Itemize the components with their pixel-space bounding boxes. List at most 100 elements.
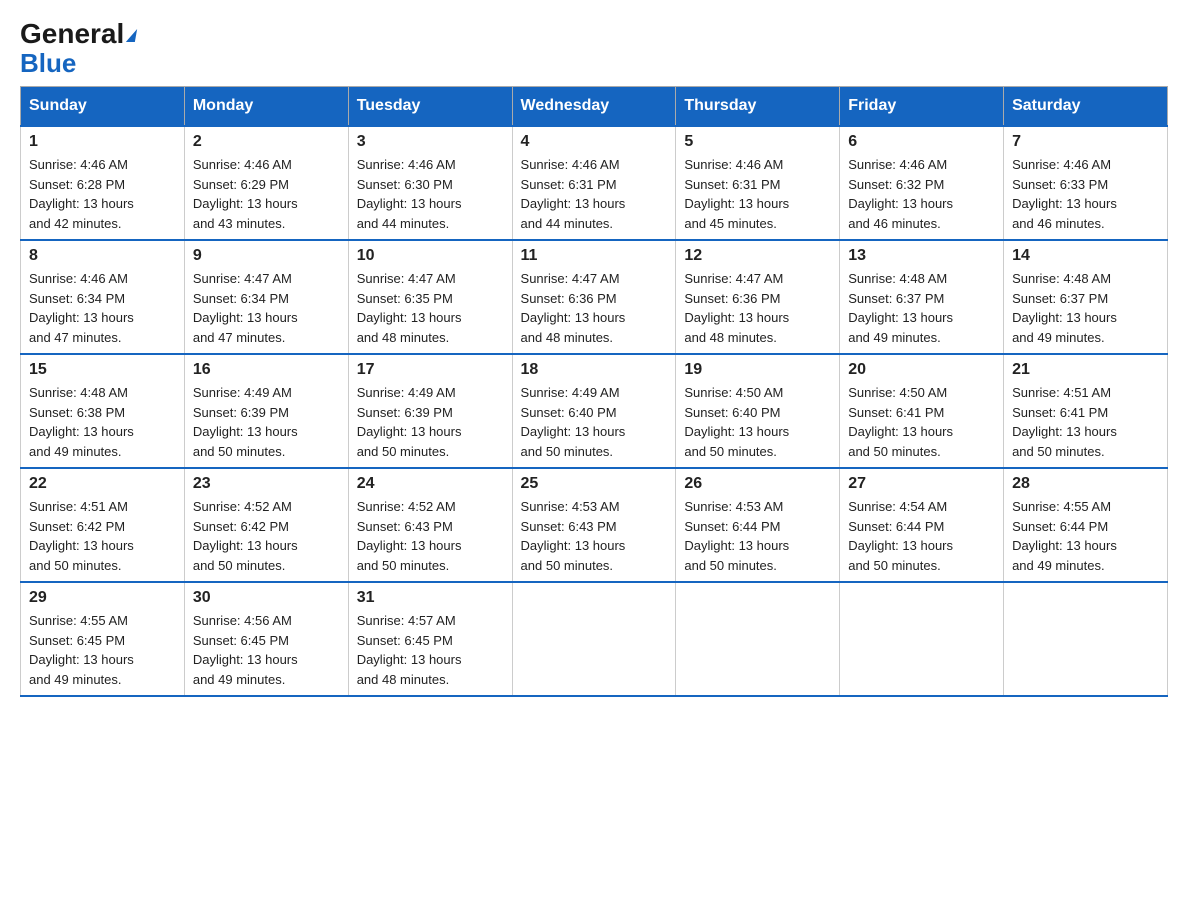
- logo-blue: Blue: [20, 50, 76, 76]
- calendar-cell: 20 Sunrise: 4:50 AM Sunset: 6:41 PM Dayl…: [840, 354, 1004, 468]
- day-number: 12: [684, 247, 831, 265]
- day-info: Sunrise: 4:53 AM Sunset: 6:43 PM Dayligh…: [521, 497, 668, 575]
- day-info: Sunrise: 4:49 AM Sunset: 6:39 PM Dayligh…: [357, 383, 504, 461]
- col-header-tuesday: Tuesday: [348, 87, 512, 127]
- day-info: Sunrise: 4:50 AM Sunset: 6:41 PM Dayligh…: [848, 383, 995, 461]
- col-header-monday: Monday: [184, 87, 348, 127]
- day-number: 15: [29, 361, 176, 379]
- day-number: 28: [1012, 475, 1159, 493]
- calendar-cell: 2 Sunrise: 4:46 AM Sunset: 6:29 PM Dayli…: [184, 126, 348, 240]
- day-info: Sunrise: 4:46 AM Sunset: 6:29 PM Dayligh…: [193, 155, 340, 233]
- day-info: Sunrise: 4:48 AM Sunset: 6:37 PM Dayligh…: [848, 269, 995, 347]
- day-info: Sunrise: 4:46 AM Sunset: 6:31 PM Dayligh…: [521, 155, 668, 233]
- calendar-cell: 10 Sunrise: 4:47 AM Sunset: 6:35 PM Dayl…: [348, 240, 512, 354]
- calendar-cell: 13 Sunrise: 4:48 AM Sunset: 6:37 PM Dayl…: [840, 240, 1004, 354]
- day-info: Sunrise: 4:50 AM Sunset: 6:40 PM Dayligh…: [684, 383, 831, 461]
- calendar-cell: 24 Sunrise: 4:52 AM Sunset: 6:43 PM Dayl…: [348, 468, 512, 582]
- day-info: Sunrise: 4:46 AM Sunset: 6:34 PM Dayligh…: [29, 269, 176, 347]
- day-number: 10: [357, 247, 504, 265]
- calendar-cell: 4 Sunrise: 4:46 AM Sunset: 6:31 PM Dayli…: [512, 126, 676, 240]
- day-number: 18: [521, 361, 668, 379]
- calendar-cell: 14 Sunrise: 4:48 AM Sunset: 6:37 PM Dayl…: [1004, 240, 1168, 354]
- day-number: 21: [1012, 361, 1159, 379]
- calendar-cell: 16 Sunrise: 4:49 AM Sunset: 6:39 PM Dayl…: [184, 354, 348, 468]
- col-header-sunday: Sunday: [21, 87, 185, 127]
- calendar-cell: 30 Sunrise: 4:56 AM Sunset: 6:45 PM Dayl…: [184, 582, 348, 696]
- day-info: Sunrise: 4:48 AM Sunset: 6:37 PM Dayligh…: [1012, 269, 1159, 347]
- calendar-week-1: 1 Sunrise: 4:46 AM Sunset: 6:28 PM Dayli…: [21, 126, 1168, 240]
- day-info: Sunrise: 4:51 AM Sunset: 6:42 PM Dayligh…: [29, 497, 176, 575]
- calendar-week-3: 15 Sunrise: 4:48 AM Sunset: 6:38 PM Dayl…: [21, 354, 1168, 468]
- day-number: 6: [848, 133, 995, 151]
- calendar-cell: 19 Sunrise: 4:50 AM Sunset: 6:40 PM Dayl…: [676, 354, 840, 468]
- day-number: 7: [1012, 133, 1159, 151]
- calendar-cell: 5 Sunrise: 4:46 AM Sunset: 6:31 PM Dayli…: [676, 126, 840, 240]
- day-info: Sunrise: 4:46 AM Sunset: 6:30 PM Dayligh…: [357, 155, 504, 233]
- day-info: Sunrise: 4:47 AM Sunset: 6:35 PM Dayligh…: [357, 269, 504, 347]
- calendar-cell: 26 Sunrise: 4:53 AM Sunset: 6:44 PM Dayl…: [676, 468, 840, 582]
- day-info: Sunrise: 4:51 AM Sunset: 6:41 PM Dayligh…: [1012, 383, 1159, 461]
- calendar-week-2: 8 Sunrise: 4:46 AM Sunset: 6:34 PM Dayli…: [21, 240, 1168, 354]
- day-number: 26: [684, 475, 831, 493]
- calendar-cell: [512, 582, 676, 696]
- calendar-cell: 8 Sunrise: 4:46 AM Sunset: 6:34 PM Dayli…: [21, 240, 185, 354]
- day-info: Sunrise: 4:52 AM Sunset: 6:42 PM Dayligh…: [193, 497, 340, 575]
- col-header-thursday: Thursday: [676, 87, 840, 127]
- calendar-cell: 23 Sunrise: 4:52 AM Sunset: 6:42 PM Dayl…: [184, 468, 348, 582]
- day-number: 1: [29, 133, 176, 151]
- logo-general: General: [20, 18, 124, 49]
- day-number: 5: [684, 133, 831, 151]
- calendar-cell: 29 Sunrise: 4:55 AM Sunset: 6:45 PM Dayl…: [21, 582, 185, 696]
- day-info: Sunrise: 4:55 AM Sunset: 6:44 PM Dayligh…: [1012, 497, 1159, 575]
- calendar-cell: 7 Sunrise: 4:46 AM Sunset: 6:33 PM Dayli…: [1004, 126, 1168, 240]
- day-info: Sunrise: 4:57 AM Sunset: 6:45 PM Dayligh…: [357, 611, 504, 689]
- day-number: 16: [193, 361, 340, 379]
- calendar-cell: 18 Sunrise: 4:49 AM Sunset: 6:40 PM Dayl…: [512, 354, 676, 468]
- day-number: 23: [193, 475, 340, 493]
- calendar-table: SundayMondayTuesdayWednesdayThursdayFrid…: [20, 86, 1168, 697]
- calendar-cell: 3 Sunrise: 4:46 AM Sunset: 6:30 PM Dayli…: [348, 126, 512, 240]
- day-number: 8: [29, 247, 176, 265]
- calendar-cell: 28 Sunrise: 4:55 AM Sunset: 6:44 PM Dayl…: [1004, 468, 1168, 582]
- day-number: 22: [29, 475, 176, 493]
- day-number: 17: [357, 361, 504, 379]
- day-info: Sunrise: 4:53 AM Sunset: 6:44 PM Dayligh…: [684, 497, 831, 575]
- day-info: Sunrise: 4:47 AM Sunset: 6:34 PM Dayligh…: [193, 269, 340, 347]
- calendar-week-5: 29 Sunrise: 4:55 AM Sunset: 6:45 PM Dayl…: [21, 582, 1168, 696]
- day-number: 3: [357, 133, 504, 151]
- calendar-cell: 11 Sunrise: 4:47 AM Sunset: 6:36 PM Dayl…: [512, 240, 676, 354]
- day-info: Sunrise: 4:47 AM Sunset: 6:36 PM Dayligh…: [521, 269, 668, 347]
- day-info: Sunrise: 4:52 AM Sunset: 6:43 PM Dayligh…: [357, 497, 504, 575]
- day-info: Sunrise: 4:47 AM Sunset: 6:36 PM Dayligh…: [684, 269, 831, 347]
- day-info: Sunrise: 4:46 AM Sunset: 6:33 PM Dayligh…: [1012, 155, 1159, 233]
- day-info: Sunrise: 4:55 AM Sunset: 6:45 PM Dayligh…: [29, 611, 176, 689]
- calendar-week-4: 22 Sunrise: 4:51 AM Sunset: 6:42 PM Dayl…: [21, 468, 1168, 582]
- calendar-cell: 1 Sunrise: 4:46 AM Sunset: 6:28 PM Dayli…: [21, 126, 185, 240]
- calendar-cell: 22 Sunrise: 4:51 AM Sunset: 6:42 PM Dayl…: [21, 468, 185, 582]
- day-number: 27: [848, 475, 995, 493]
- calendar-cell: 27 Sunrise: 4:54 AM Sunset: 6:44 PM Dayl…: [840, 468, 1004, 582]
- day-number: 2: [193, 133, 340, 151]
- calendar-cell: 25 Sunrise: 4:53 AM Sunset: 6:43 PM Dayl…: [512, 468, 676, 582]
- day-info: Sunrise: 4:49 AM Sunset: 6:39 PM Dayligh…: [193, 383, 340, 461]
- day-number: 14: [1012, 247, 1159, 265]
- logo: General Blue: [20, 20, 137, 76]
- day-number: 30: [193, 589, 340, 607]
- calendar-cell: [840, 582, 1004, 696]
- calendar-cell: [676, 582, 840, 696]
- calendar-cell: 15 Sunrise: 4:48 AM Sunset: 6:38 PM Dayl…: [21, 354, 185, 468]
- calendar-cell: [1004, 582, 1168, 696]
- day-number: 20: [848, 361, 995, 379]
- calendar-cell: 6 Sunrise: 4:46 AM Sunset: 6:32 PM Dayli…: [840, 126, 1004, 240]
- day-number: 4: [521, 133, 668, 151]
- day-number: 19: [684, 361, 831, 379]
- day-info: Sunrise: 4:46 AM Sunset: 6:28 PM Dayligh…: [29, 155, 176, 233]
- day-info: Sunrise: 4:48 AM Sunset: 6:38 PM Dayligh…: [29, 383, 176, 461]
- day-number: 13: [848, 247, 995, 265]
- day-number: 11: [521, 247, 668, 265]
- day-number: 25: [521, 475, 668, 493]
- col-header-wednesday: Wednesday: [512, 87, 676, 127]
- col-header-friday: Friday: [840, 87, 1004, 127]
- day-number: 24: [357, 475, 504, 493]
- calendar-header-row: SundayMondayTuesdayWednesdayThursdayFrid…: [21, 87, 1168, 127]
